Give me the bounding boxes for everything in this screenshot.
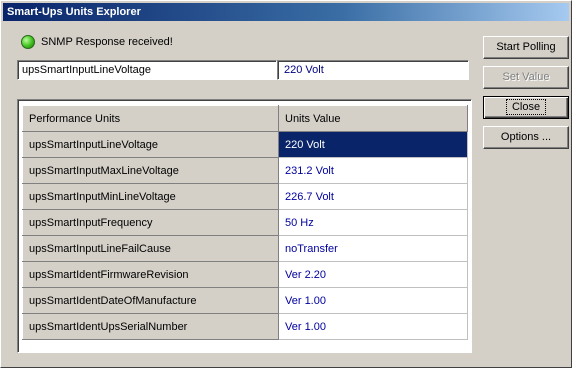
table-row[interactable]: upsSmartInputMaxLineVoltage 231.2 Volt bbox=[22, 157, 468, 184]
row-value[interactable]: Ver 1.00 bbox=[278, 313, 468, 340]
status-text: SNMP Response received! bbox=[41, 36, 173, 48]
column-header-value[interactable]: Units Value bbox=[278, 105, 468, 132]
explorer-window: Smart-Ups Units Explorer SNMP Response r… bbox=[0, 0, 572, 368]
row-value[interactable]: 220 Volt bbox=[278, 131, 468, 158]
table-row[interactable]: upsSmartIdentFirmwareRevision Ver 2.20 bbox=[22, 261, 468, 288]
table-row[interactable]: upsSmartIdentDateOfManufacture Ver 1.00 bbox=[22, 287, 468, 314]
window-title: Smart-Ups Units Explorer bbox=[3, 3, 569, 21]
row-value[interactable]: 226.7 Volt bbox=[278, 183, 468, 210]
row-value[interactable]: 231.2 Volt bbox=[278, 157, 468, 184]
table-row[interactable]: upsSmartIdentUpsSerialNumber Ver 1.00 bbox=[22, 313, 468, 340]
row-value[interactable]: 50 Hz bbox=[278, 209, 468, 236]
row-value[interactable]: noTransfer bbox=[278, 235, 468, 262]
close-button-label: Close bbox=[505, 99, 547, 115]
close-button[interactable]: Close bbox=[483, 96, 569, 119]
units-table: Performance Units Units Value upsSmartIn… bbox=[22, 105, 468, 340]
row-value[interactable]: Ver 1.00 bbox=[278, 287, 468, 314]
set-value-button[interactable]: Set Value bbox=[483, 66, 569, 89]
row-name[interactable]: upsSmartInputMaxLineVoltage bbox=[22, 157, 279, 184]
row-name[interactable]: upsSmartInputLineVoltage bbox=[22, 131, 279, 158]
table-row[interactable]: upsSmartInputFrequency 50 Hz bbox=[22, 209, 468, 236]
table-row[interactable]: upsSmartInputMinLineVoltage 226.7 Volt bbox=[22, 183, 468, 210]
column-header-name[interactable]: Performance Units bbox=[22, 105, 279, 132]
row-value[interactable]: Ver 2.20 bbox=[278, 261, 468, 288]
row-name[interactable]: upsSmartIdentDateOfManufacture bbox=[22, 287, 279, 314]
start-polling-button[interactable]: Start Polling bbox=[483, 36, 569, 59]
row-name[interactable]: upsSmartIdentFirmwareRevision bbox=[22, 261, 279, 288]
green-status-led-icon bbox=[21, 35, 35, 49]
table-row[interactable]: upsSmartInputLineVoltage 220 Volt bbox=[22, 131, 468, 158]
status-bar: SNMP Response received! bbox=[21, 33, 173, 51]
row-name[interactable]: upsSmartInputMinLineVoltage bbox=[22, 183, 279, 210]
row-name[interactable]: upsSmartInputLineFailCause bbox=[22, 235, 279, 262]
options-button[interactable]: Options ... bbox=[483, 126, 569, 149]
oid-field[interactable]: upsSmartInputLineVoltage bbox=[17, 60, 277, 80]
table-row[interactable]: upsSmartInputLineFailCause noTransfer bbox=[22, 235, 468, 262]
units-grid[interactable]: Performance Units Units Value upsSmartIn… bbox=[17, 99, 472, 353]
row-name[interactable]: upsSmartInputFrequency bbox=[22, 209, 279, 236]
row-name[interactable]: upsSmartIdentUpsSerialNumber bbox=[22, 313, 279, 340]
table-header-row: Performance Units Units Value bbox=[22, 105, 468, 132]
value-field[interactable]: 220 Volt bbox=[277, 60, 469, 80]
